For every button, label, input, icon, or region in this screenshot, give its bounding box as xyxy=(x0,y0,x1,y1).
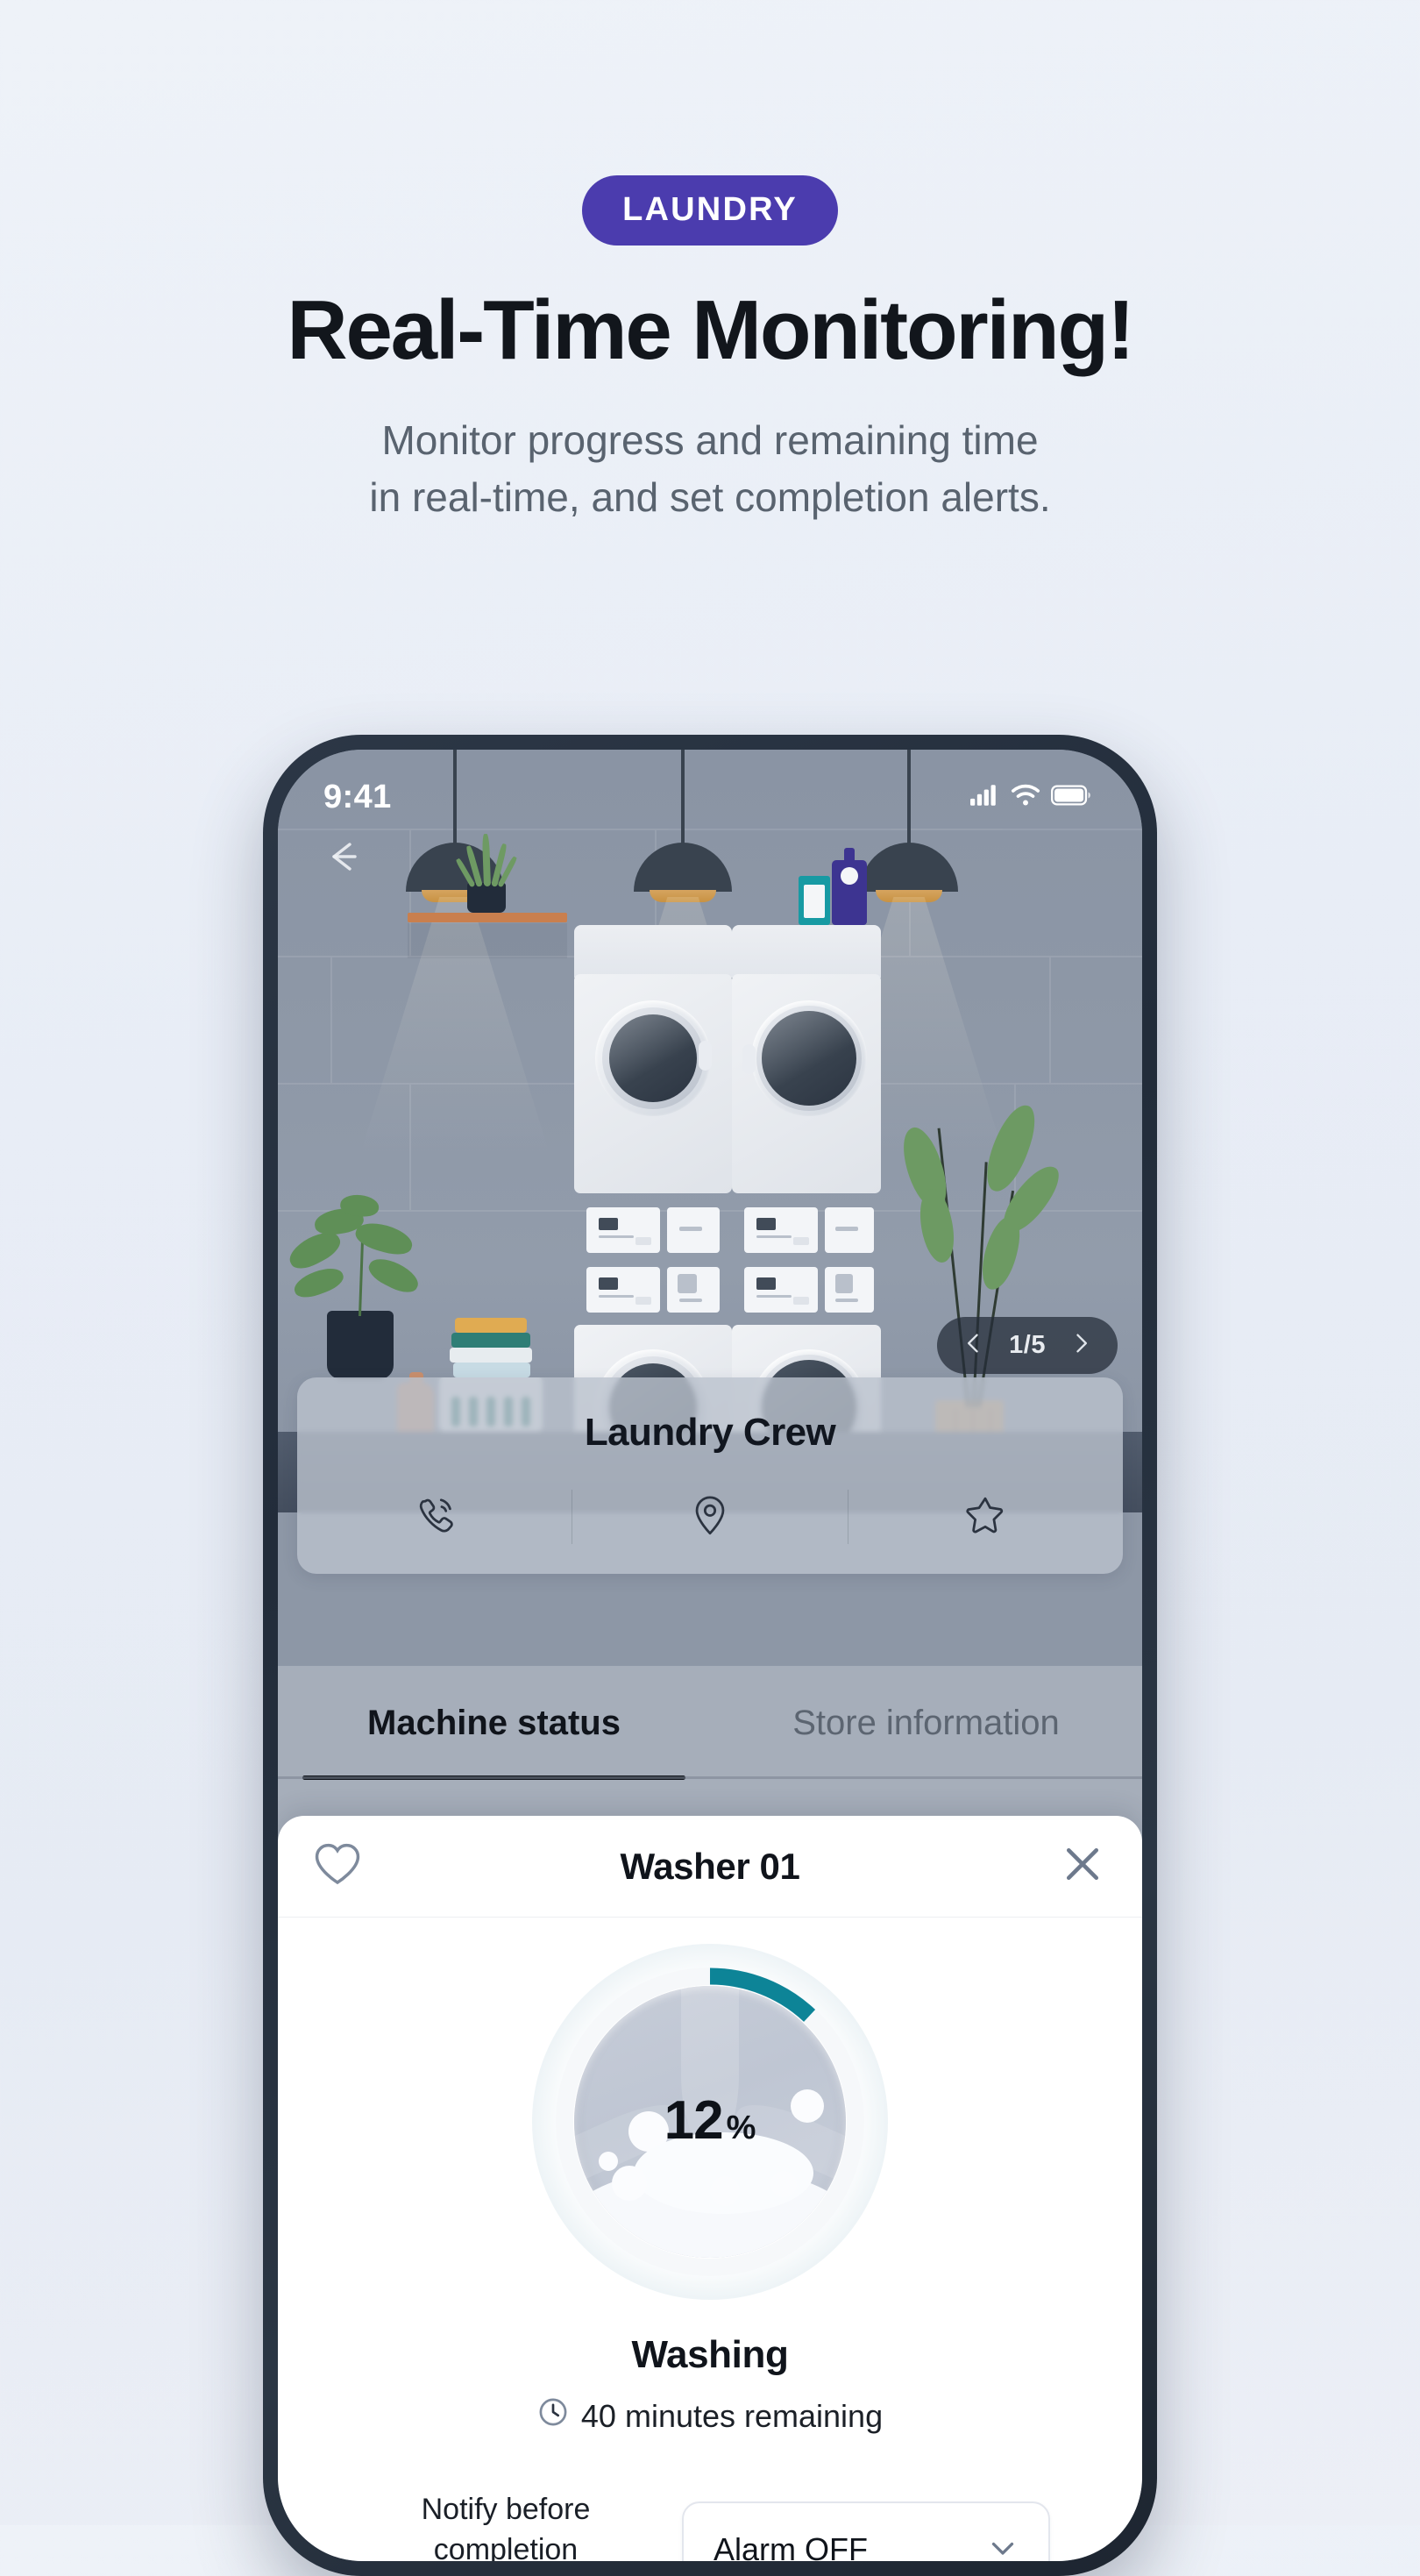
washer-panel-bar xyxy=(678,1274,697,1293)
detergent-bottle-label xyxy=(804,885,825,918)
sheet-header: Washer 01 xyxy=(278,1816,1142,1918)
status-bar: 9:41 xyxy=(278,750,1142,844)
washer-stack-left xyxy=(574,925,732,1465)
phone-screen: 1/5 9:41 Laundry Crew Machine status Sto… xyxy=(278,750,1142,2561)
washer-panel-bar xyxy=(599,1295,634,1298)
alarm-select-value: Alarm OFF xyxy=(714,2531,868,2561)
folded-towel xyxy=(450,1348,532,1363)
progress-readout: 12% xyxy=(548,2089,872,2152)
store-name: Laundry Crew xyxy=(584,1411,836,1454)
washer-display xyxy=(756,1277,776,1290)
washer-display xyxy=(599,1218,618,1230)
time-remaining-row: 40 minutes remaining xyxy=(278,2396,1142,2436)
map-pin-icon xyxy=(687,1492,733,1542)
soap-bubble xyxy=(612,2165,648,2201)
wall-shelf xyxy=(408,913,567,922)
machine-status-label: Washing xyxy=(631,2333,789,2376)
washer-door-latch xyxy=(742,1044,756,1074)
folded-laundry-stack xyxy=(450,1318,532,1379)
washer-progress-gauge: 12% xyxy=(532,1944,888,2300)
washer-display xyxy=(756,1218,776,1230)
floor-plant-pot xyxy=(327,1311,394,1379)
washer-panel-bar xyxy=(756,1235,792,1238)
notify-label: Notify before completion (minutes) xyxy=(370,2490,642,2561)
star-outline-icon xyxy=(962,1492,1008,1542)
store-action-bar xyxy=(297,1490,1123,1544)
washer-top-panel xyxy=(574,925,732,978)
status-bar-time: 9:41 xyxy=(323,778,392,815)
tab-rail xyxy=(278,1776,1142,1779)
page-title: Real-Time Monitoring! xyxy=(287,283,1135,377)
soap-bubble xyxy=(598,2152,618,2172)
battery-full-icon xyxy=(1051,785,1091,810)
washer-panel-bar xyxy=(679,1227,702,1231)
detergent-bottle-label xyxy=(841,867,858,885)
content-tabs: Machine status Store information xyxy=(278,1666,1142,1780)
alarm-select[interactable]: Alarm OFF xyxy=(682,2501,1050,2561)
time-remaining-text: 40 minutes remaining xyxy=(580,2397,884,2434)
snake-plant-pot xyxy=(467,883,506,913)
soap-bubble xyxy=(770,2170,798,2197)
washer-drum-reflection xyxy=(609,1014,697,1102)
tab-machine-status[interactable]: Machine status xyxy=(278,1666,710,1780)
progress-unit: % xyxy=(726,2110,756,2147)
progress-value: 12 xyxy=(664,2090,724,2152)
washer-panel-bar xyxy=(756,1295,792,1298)
washer-top-panel xyxy=(732,925,881,978)
washer-panel-knob xyxy=(635,1297,651,1305)
folded-towel xyxy=(455,1318,527,1333)
washer-panel-bar xyxy=(835,1274,853,1293)
tab-label: Store information xyxy=(792,1703,1060,1742)
washer-control-panel xyxy=(586,1267,660,1313)
image-carousel-control[interactable]: 1/5 xyxy=(937,1317,1118,1374)
machine-title: Washer 01 xyxy=(620,1845,800,1887)
washer-display xyxy=(599,1277,618,1290)
washer-control-panel xyxy=(744,1267,818,1313)
cellular-signal-icon xyxy=(970,784,1000,810)
call-store-button[interactable] xyxy=(297,1490,572,1544)
store-info-card: Laundry Crew xyxy=(297,1377,1123,1574)
soap-bubble xyxy=(710,2176,740,2206)
washer-control-panel xyxy=(586,1207,660,1253)
notify-label-line-1: Notify before completion xyxy=(421,2493,591,2561)
washer-panel-knob xyxy=(793,1237,809,1245)
shelf-shadow xyxy=(408,923,567,958)
chevron-right-icon[interactable] xyxy=(1069,1331,1093,1360)
progress-gauge-wrapper: 12% xyxy=(278,1944,1142,2300)
chevron-left-icon[interactable] xyxy=(962,1331,986,1360)
washer-control-panel xyxy=(744,1207,818,1253)
washer-panel-bar xyxy=(835,1227,858,1231)
carousel-counter: 1/5 xyxy=(1009,1331,1046,1359)
washer-panel-knob xyxy=(793,1297,809,1305)
subtitle-line-2: in real-time, and set completion alerts. xyxy=(369,474,1051,521)
category-badge: LAUNDRY xyxy=(582,175,838,246)
washer-panel-knob xyxy=(635,1237,651,1245)
notify-setting-row: Notify before completion (minutes) Alarm… xyxy=(278,2490,1142,2561)
phone-mockup: 1/5 9:41 Laundry Crew Machine status Sto… xyxy=(263,735,1157,2576)
washer-drum-reflection xyxy=(762,1011,856,1106)
promo-header: LAUNDRY Real-Time Monitoring! Monitor pr… xyxy=(0,0,1420,526)
subtitle-line-1: Monitor progress and remaining time xyxy=(381,416,1039,463)
washer-panel-bar xyxy=(679,1299,702,1302)
tab-label: Machine status xyxy=(367,1703,621,1742)
wifi-icon xyxy=(1011,784,1040,811)
washer-panel-bar xyxy=(835,1299,858,1302)
machine-detail-sheet: Washer 01 12 % Washing 40 minutes remain… xyxy=(278,1816,1142,2561)
store-location-button[interactable] xyxy=(572,1490,847,1544)
clock-icon xyxy=(537,2396,569,2436)
folded-towel xyxy=(451,1333,530,1348)
washer-door-latch xyxy=(699,1041,712,1071)
folded-towel xyxy=(453,1363,530,1377)
chevron-down-icon xyxy=(987,2532,1019,2561)
washer-stack-right xyxy=(732,925,881,1465)
washer-panel-bar xyxy=(599,1235,634,1238)
tab-store-information[interactable]: Store information xyxy=(710,1666,1142,1780)
page-subtitle: Monitor progress and remaining time in r… xyxy=(0,412,1420,527)
favorite-store-button[interactable] xyxy=(848,1490,1123,1544)
phone-call-icon xyxy=(412,1492,458,1542)
